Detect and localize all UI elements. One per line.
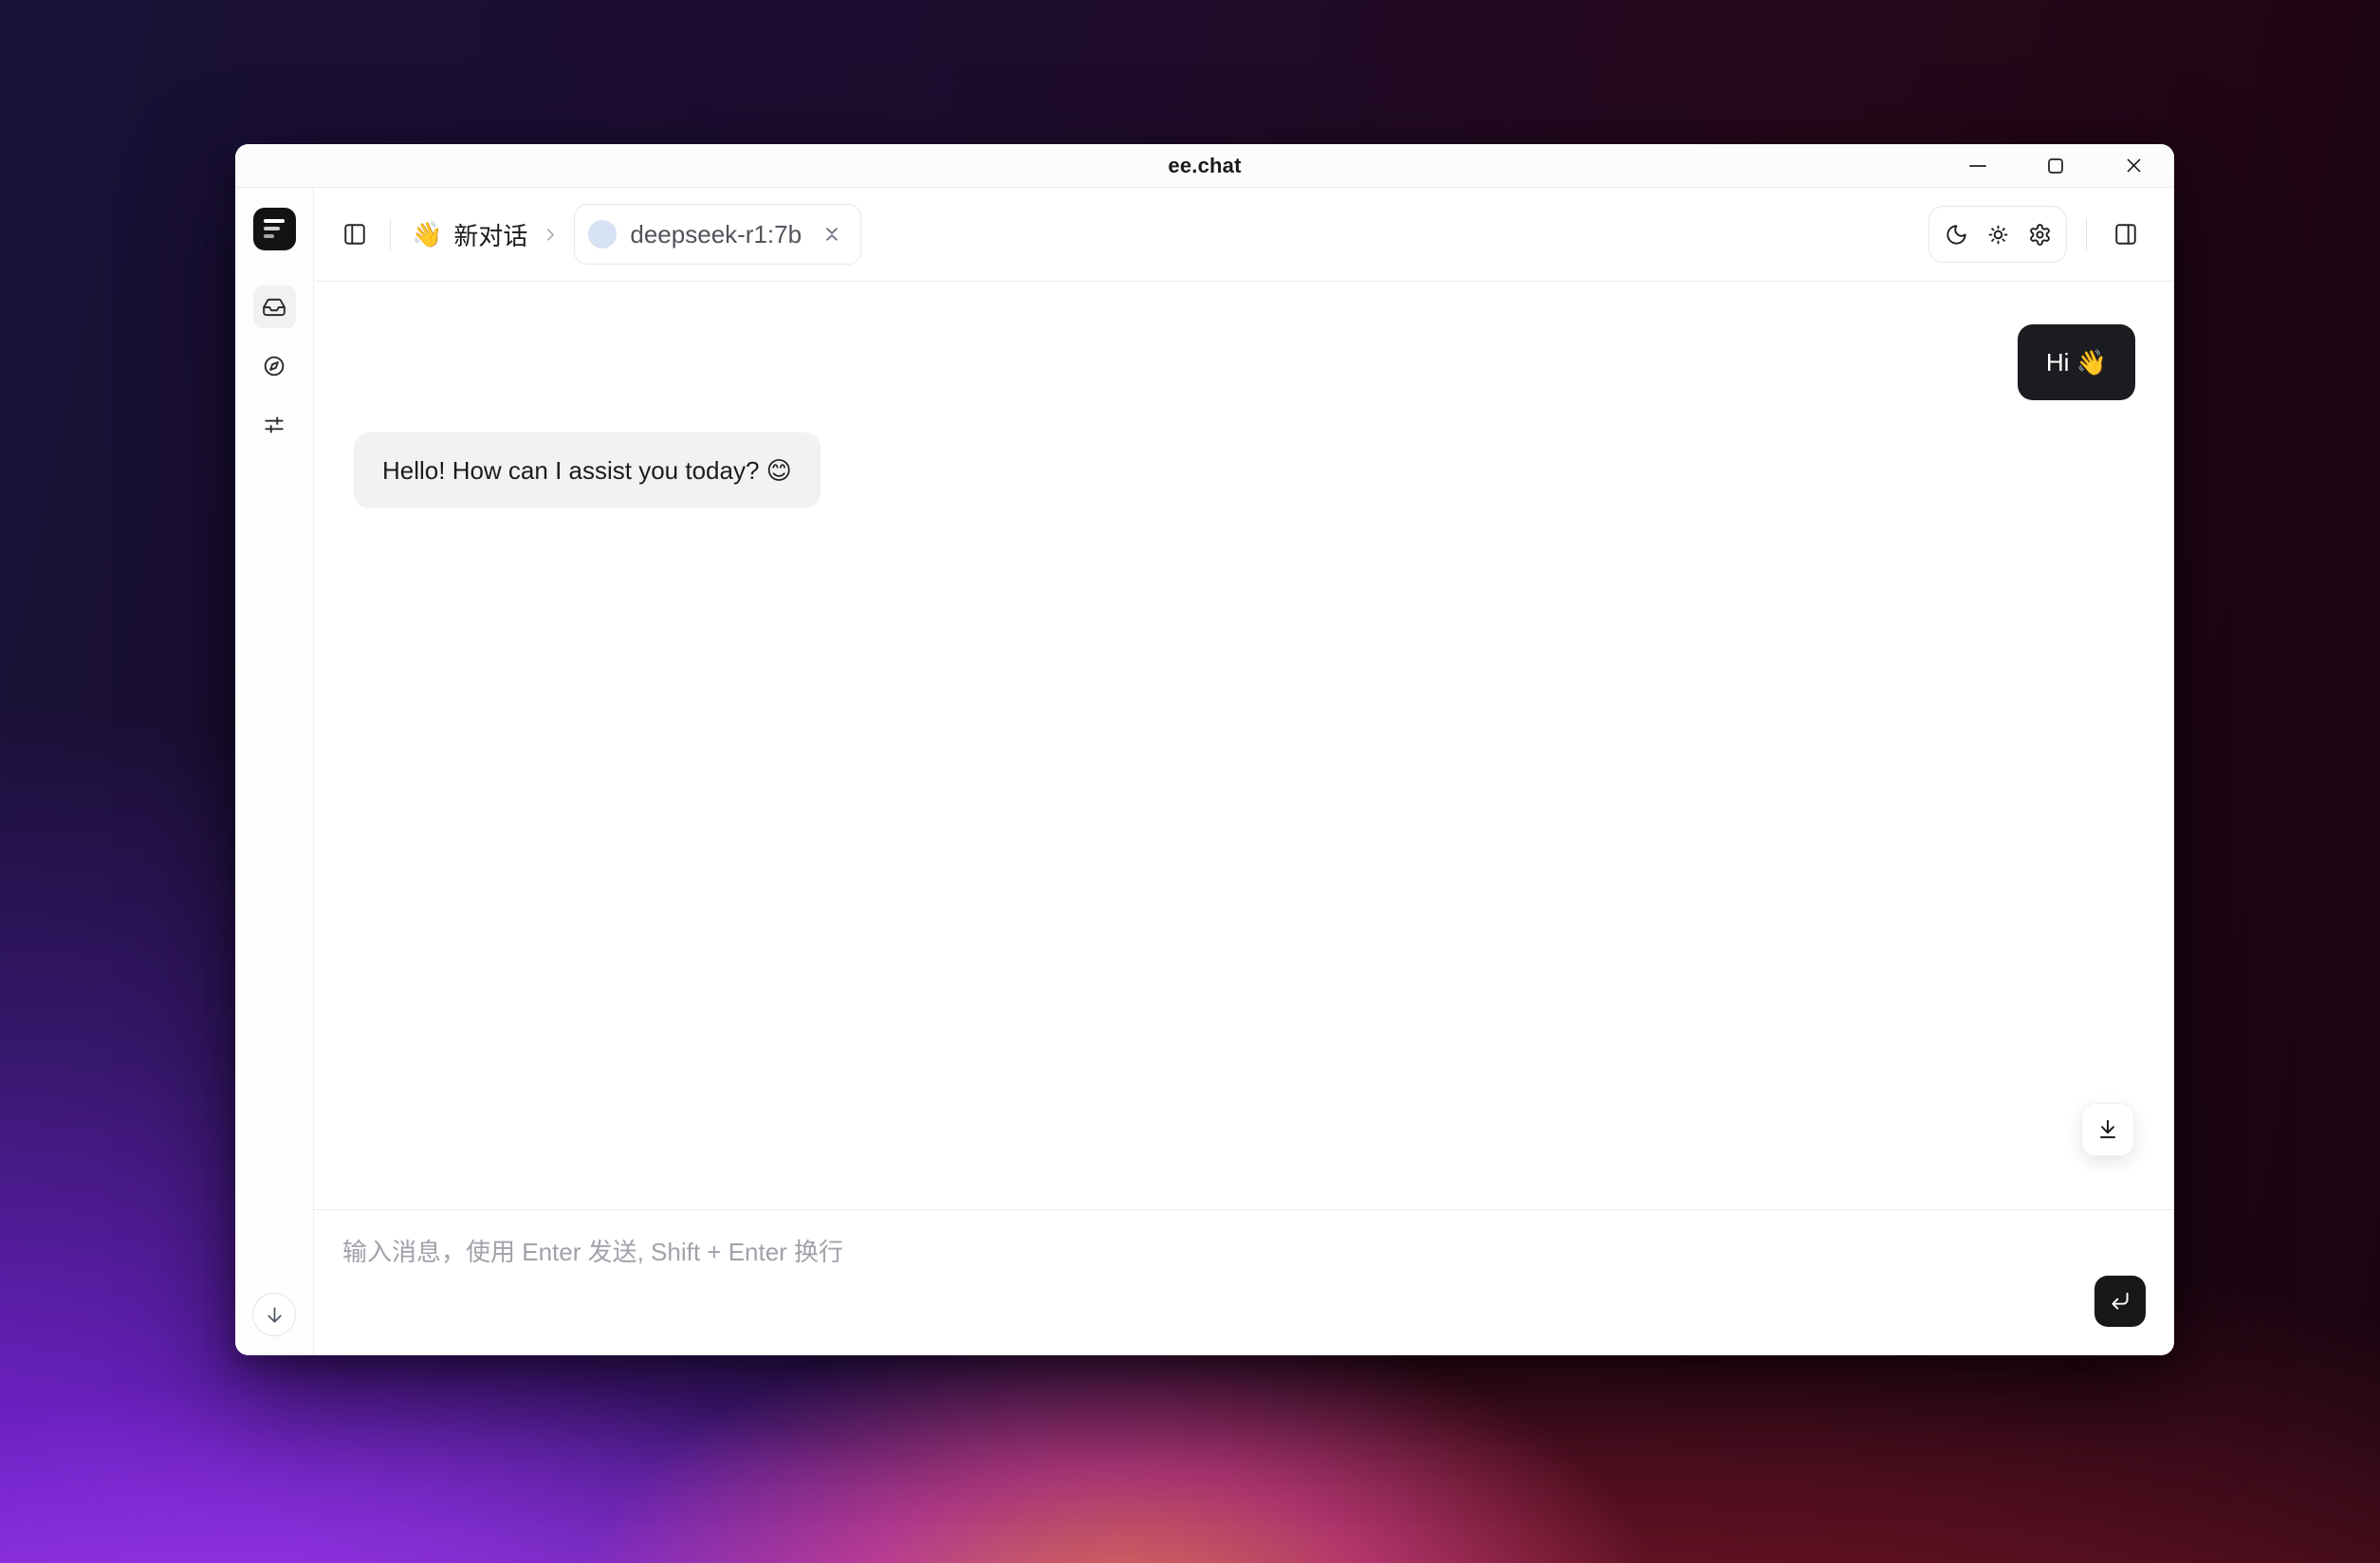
gear-icon xyxy=(2028,223,2052,247)
model-selector-chip[interactable]: deepseek-r1:7b xyxy=(574,204,861,265)
model-name: deepseek-r1:7b xyxy=(630,220,802,249)
message-list: Hi 👋 Hello! How can I assist you today? … xyxy=(314,282,2174,1209)
app-body: 👋 新对话 deepseek-r1:7b xyxy=(235,188,2174,1355)
model-avatar xyxy=(588,220,617,248)
message-row-assistant: Hello! How can I assist you today? 😊 xyxy=(314,432,2174,508)
chevrons-collapse-icon xyxy=(821,223,843,246)
wave-emoji: 👋 xyxy=(412,222,442,247)
titlebar: ee.chat xyxy=(235,144,2174,188)
panel-left-icon xyxy=(342,222,367,247)
toggle-right-panel-button[interactable] xyxy=(2106,214,2146,254)
logo-bar xyxy=(264,234,274,238)
app-logo-lines-icon[interactable] xyxy=(253,208,296,250)
collapse-model-button[interactable] xyxy=(821,223,843,246)
inbox-icon xyxy=(262,295,286,320)
sun-icon xyxy=(1986,223,2010,247)
sidebar-item-settings[interactable] xyxy=(253,403,296,446)
sidebar xyxy=(235,188,314,1355)
system-theme-button[interactable] xyxy=(2019,208,2060,261)
arrow-down-to-line-icon xyxy=(2095,1117,2120,1142)
desktop-wallpaper: ee.chat xyxy=(0,0,2380,1563)
breadcrumb[interactable]: 👋 新对话 xyxy=(412,217,527,252)
assistant-message-bubble[interactable]: Hello! How can I assist you today? 😊 xyxy=(354,432,821,508)
logo-bar xyxy=(264,227,280,230)
header-divider xyxy=(2086,218,2087,250)
arrow-down-icon xyxy=(264,1304,286,1326)
sliders-icon xyxy=(262,413,286,437)
sidebar-item-discover[interactable] xyxy=(253,344,296,387)
panel-right-icon xyxy=(2113,222,2138,247)
sidebar-item-inbox[interactable] xyxy=(253,285,296,328)
logo-bar xyxy=(264,219,285,223)
app-window: ee.chat xyxy=(235,144,2174,1355)
message-input[interactable] xyxy=(342,1233,2060,1333)
send-button[interactable] xyxy=(2094,1276,2146,1327)
window-title: ee.chat xyxy=(1168,154,1241,178)
minimize-button[interactable] xyxy=(1967,156,1988,176)
user-message-bubble[interactable]: Hi 👋 xyxy=(2018,324,2135,400)
scroll-to-bottom-button[interactable] xyxy=(2081,1103,2134,1156)
main-panel: 👋 新对话 deepseek-r1:7b xyxy=(314,188,2174,1355)
close-icon xyxy=(2124,156,2144,175)
composer xyxy=(314,1209,2174,1355)
return-arrow-icon xyxy=(2108,1289,2132,1314)
compass-icon xyxy=(262,354,286,378)
maximize-button[interactable] xyxy=(2045,156,2066,176)
chevron-right-icon xyxy=(541,225,561,245)
chat-header: 👋 新对话 deepseek-r1:7b xyxy=(314,188,2174,282)
dark-theme-button[interactable] xyxy=(1935,208,1977,261)
theme-switcher xyxy=(1928,206,2067,263)
conversation-title: 新对话 xyxy=(453,217,527,252)
window-controls xyxy=(1967,144,2144,187)
moon-icon xyxy=(1945,223,1968,247)
message-row-user: Hi 👋 xyxy=(314,324,2174,400)
maximize-icon xyxy=(2048,158,2063,174)
sidebar-scroll-down-button[interactable] xyxy=(252,1293,296,1336)
close-button[interactable] xyxy=(2123,156,2144,176)
toggle-left-panel-button[interactable] xyxy=(335,214,375,254)
minimize-icon xyxy=(1969,165,1986,167)
light-theme-button[interactable] xyxy=(1977,208,2019,261)
header-divider xyxy=(390,218,391,250)
